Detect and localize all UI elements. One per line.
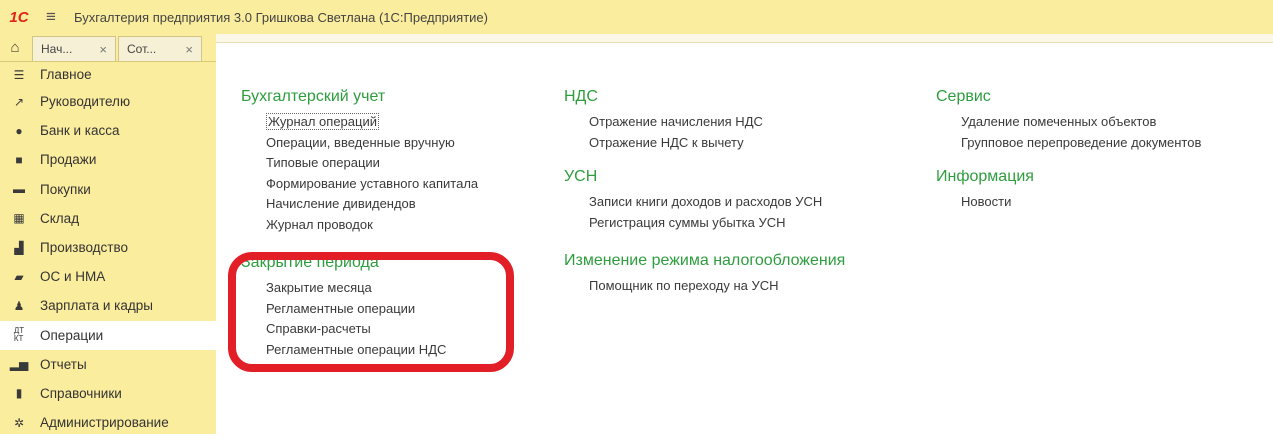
sidebar-item-label: Операции bbox=[40, 327, 104, 343]
gear-icon: ✲ bbox=[13, 415, 25, 430]
sidebar-item-label: Главное bbox=[40, 67, 92, 82]
link-vat-accrual[interactable]: Отражение начисления НДС bbox=[589, 112, 763, 133]
sidebar-item-label: ОС и НМА bbox=[40, 269, 106, 285]
title-bar: 1С ≡ Бухгалтерия предприятия 3.0 Гришков… bbox=[0, 0, 1273, 34]
sidebar-item-admin[interactable]: ✲ Администрирование bbox=[0, 408, 216, 437]
bag-icon: ■ bbox=[15, 152, 23, 167]
content-top-strip bbox=[216, 34, 1273, 43]
highlight-frame bbox=[228, 252, 514, 372]
sidebar-item-assets[interactable]: ▰ ОС и НМА bbox=[0, 262, 216, 291]
link-income-book[interactable]: Записи книги доходов и расходов УСН bbox=[589, 192, 822, 213]
close-icon[interactable]: × bbox=[99, 42, 107, 57]
section-heading: НДС bbox=[564, 88, 598, 105]
factory-icon: ▟ bbox=[14, 240, 24, 255]
sidebar-item-label: Покупки bbox=[40, 181, 91, 197]
tab-bar: ⌂ Нач... × Сот... × bbox=[0, 34, 216, 62]
close-icon[interactable]: × bbox=[185, 42, 193, 57]
link-operations-journal[interactable]: Журнал операций bbox=[266, 112, 478, 133]
sidebar-item-salary[interactable]: ♟ Зарплата и кадры bbox=[0, 291, 216, 320]
link-loss-registration[interactable]: Регистрация суммы убытка УСН bbox=[589, 213, 822, 234]
section-heading: Сервис bbox=[936, 88, 991, 105]
section-vat: НДС Отражение начисления НДС Отражение Н… bbox=[564, 87, 763, 153]
section-info: Информация Новости bbox=[936, 167, 1034, 213]
sidebar-item-label: Администрирование bbox=[40, 415, 169, 431]
tab-label: Нач... bbox=[41, 42, 73, 56]
home-icon[interactable]: ⌂ bbox=[0, 34, 30, 61]
link-typical-operations[interactable]: Типовые операции bbox=[266, 153, 478, 174]
section-service: Сервис Удаление помеченных объектов Груп… bbox=[936, 87, 1201, 153]
link-capital-formation[interactable]: Формирование уставного капитала bbox=[266, 174, 478, 195]
sidebar-item-label: Справочники bbox=[40, 385, 122, 401]
section-heading: Изменение режима налогообложения bbox=[564, 252, 846, 269]
sidebar-item-label: Зарплата и кадры bbox=[40, 298, 153, 314]
section-usn: УСН Записи книги доходов и расходов УСН … bbox=[564, 167, 822, 233]
bar-chart-icon: ▂▅ bbox=[9, 357, 29, 372]
dt-kt-icon: ДТ КТ bbox=[13, 326, 25, 344]
person-icon: ♟ bbox=[13, 298, 25, 313]
sidebar-item-label: Банк и касса bbox=[40, 123, 120, 139]
warehouse-icon: ▦ bbox=[13, 211, 25, 226]
sidebar-item-bank[interactable]: ● Банк и касса bbox=[0, 116, 216, 145]
sidebar-item-label: Руководителю bbox=[40, 94, 131, 110]
tab-start[interactable]: Нач... × bbox=[32, 36, 116, 61]
sidebar-item-director[interactable]: ↗ Руководителю bbox=[0, 87, 216, 116]
sidebar-item-purchases[interactable]: ▬ Покупки bbox=[0, 175, 216, 204]
sidebar-item-reports[interactable]: ▂▅ Отчеты bbox=[0, 350, 216, 379]
main-menu-icon[interactable]: ≡ bbox=[38, 0, 64, 34]
1c-logo: 1С bbox=[9, 8, 29, 26]
link-manual-operations[interactable]: Операции, введенные вручную bbox=[266, 133, 478, 154]
book-icon: ▮ bbox=[15, 386, 23, 401]
tab-label: Сот... bbox=[127, 42, 157, 56]
coin-icon: ● bbox=[15, 123, 23, 138]
link-delete-marked[interactable]: Удаление помеченных объектов bbox=[961, 112, 1201, 133]
link-news[interactable]: Новости bbox=[961, 192, 1034, 213]
sidebar-item-label: Отчеты bbox=[40, 356, 87, 372]
section-accounting: Бухгалтерский учет Журнал операций Опера… bbox=[241, 87, 478, 236]
truck-icon: ▰ bbox=[14, 269, 24, 284]
section-tax-change: Изменение режима налогообложения Помощни… bbox=[564, 251, 845, 297]
sidebar-item-production[interactable]: ▟ Производство bbox=[0, 233, 216, 262]
sidebar-item-label: Склад bbox=[40, 210, 80, 226]
link-vat-deduction[interactable]: Отражение НДС к вычету bbox=[589, 133, 763, 154]
main-content: Бухгалтерский учет Журнал операций Опера… bbox=[216, 34, 1273, 434]
window-title: Бухгалтерия предприятия 3.0 Гришкова Све… bbox=[74, 9, 488, 25]
link-postings-journal[interactable]: Журнал проводок bbox=[266, 215, 478, 236]
section-heading: УСН bbox=[564, 168, 598, 185]
menu-lines-icon: ☰ bbox=[13, 67, 25, 82]
section-heading: Информация bbox=[936, 168, 1034, 185]
link-dividends[interactable]: Начисление дивидендов bbox=[266, 194, 478, 215]
sidebar-item-main[interactable]: ☰ Главное bbox=[0, 62, 216, 87]
cart-icon: ▬ bbox=[13, 182, 25, 197]
link-usn-wizard[interactable]: Помощник по переходу на УСН bbox=[589, 276, 845, 297]
tab-employees[interactable]: Сот... × bbox=[118, 36, 202, 61]
sidebar-item-references[interactable]: ▮ Справочники bbox=[0, 379, 216, 408]
sidebar: ⌂ Нач... × Сот... × ☰ Главное ↗ Руководи… bbox=[0, 34, 216, 434]
sidebar-item-sales[interactable]: ■ Продажи bbox=[0, 145, 216, 174]
link-group-repost[interactable]: Групповое перепроведение документов bbox=[961, 133, 1201, 154]
sidebar-item-label: Производство bbox=[40, 240, 129, 256]
sidebar-item-warehouse[interactable]: ▦ Склад bbox=[0, 204, 216, 233]
section-heading: Бухгалтерский учет bbox=[241, 88, 386, 105]
trend-icon: ↗ bbox=[13, 94, 25, 109]
sidebar-item-operations[interactable]: ДТ КТ Операции bbox=[0, 320, 216, 350]
sidebar-item-label: Продажи bbox=[40, 152, 97, 168]
